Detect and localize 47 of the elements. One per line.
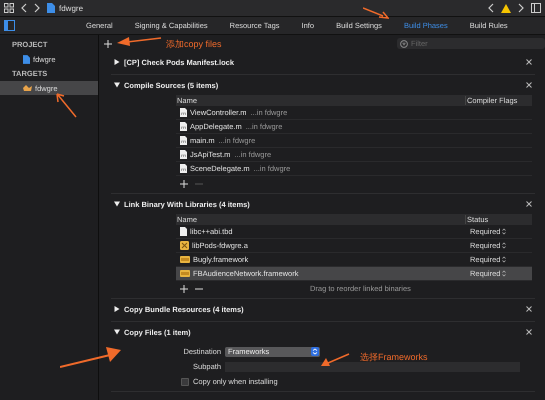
close-icon[interactable] [526,329,532,335]
close-icon[interactable] [526,201,532,207]
disclosure-triangle-icon[interactable] [114,201,120,207]
disclosure-triangle-icon[interactable] [114,329,120,335]
inspector-icon[interactable] [531,3,541,13]
stepper-icon [502,270,506,277]
forward-icon[interactable] [34,3,40,13]
stepper-icon [502,256,506,263]
back-icon[interactable] [488,3,494,13]
annotation-arrow [363,7,389,19]
source-file-icon [180,150,187,159]
disclosure-triangle-icon[interactable] [114,306,120,312]
source-file-icon [180,164,187,173]
grid-icon[interactable] [4,3,14,13]
source-file-icon [180,122,187,131]
warning-icon[interactable] [501,4,511,12]
stepper-icon [502,228,506,235]
back-icon[interactable] [21,3,27,13]
document-icon [23,54,30,64]
stepper-icon [502,242,506,249]
close-icon[interactable] [526,59,532,65]
add-icon[interactable] [104,40,112,48]
sidebar-toggle-icon[interactable] [4,20,15,31]
annotation-text: 添加copy files [166,38,222,51]
close-icon[interactable] [526,82,532,88]
forward-icon[interactable] [518,3,524,13]
file-icon [180,227,187,236]
add-icon[interactable] [180,180,188,188]
document-icon [47,3,55,13]
disclosure-triangle-icon[interactable] [114,82,120,88]
library-icon [180,241,189,250]
subpath-field[interactable] [225,362,520,372]
annotation-arrow [56,93,78,119]
annotation-text: 选择Frameworks [360,351,428,364]
file-title: fdwgre [59,4,84,12]
close-icon[interactable] [526,306,532,312]
source-file-icon [180,108,187,117]
annotation-arrow [320,353,350,367]
target-icon [23,84,32,92]
stepper-icon [311,347,319,356]
annotation-arrow [117,35,162,47]
add-icon[interactable] [180,284,188,292]
annotation-arrow [60,345,122,369]
disclosure-triangle-icon[interactable] [114,59,120,65]
source-file-icon [180,136,187,145]
checkbox[interactable] [181,378,189,386]
filter-icon [400,40,408,48]
